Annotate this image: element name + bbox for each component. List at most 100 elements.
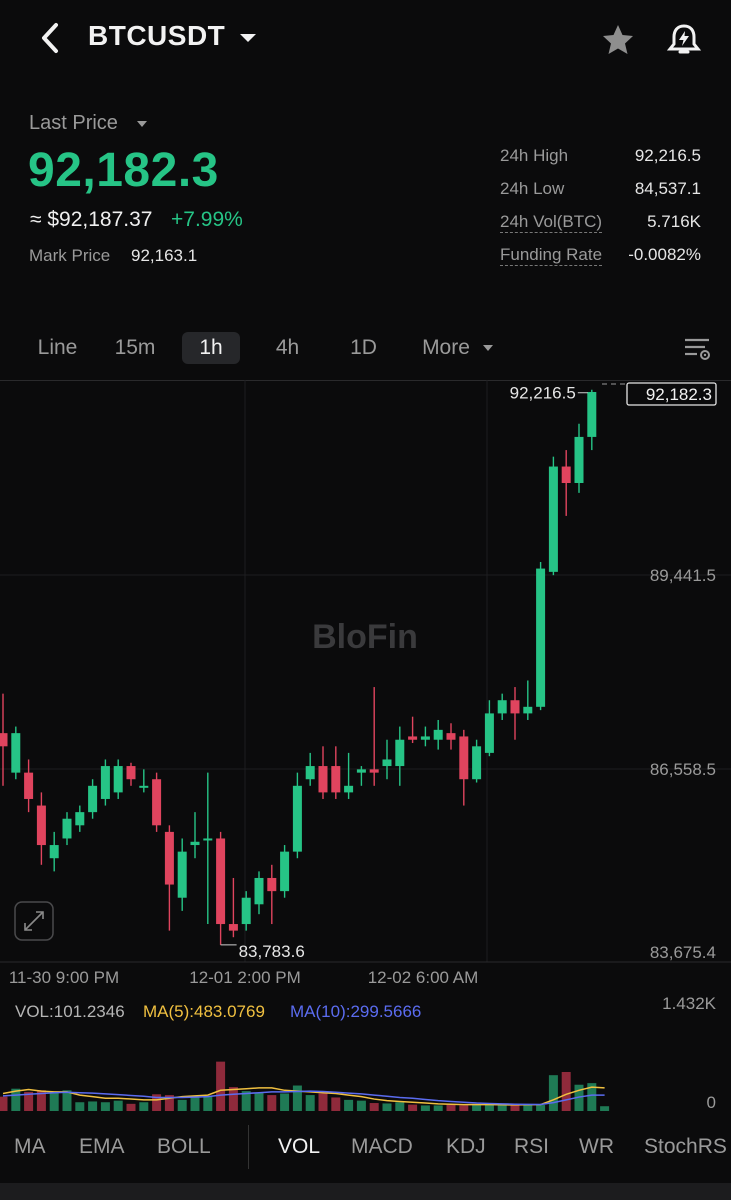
expand-icon [24, 911, 44, 931]
candle-body [472, 746, 482, 780]
volume-bar [88, 1101, 98, 1111]
candle-body [62, 818, 72, 839]
candle-body [164, 831, 174, 885]
indicator-macd[interactable]: MACD [351, 1135, 413, 1159]
volume-bar [356, 1100, 366, 1111]
volume-bar [382, 1103, 392, 1111]
price-axis-label: 83,675.4 [650, 943, 716, 962]
candle-body [344, 785, 354, 793]
candle-body [484, 713, 494, 753]
tab-4h[interactable]: 4h [260, 332, 315, 364]
candle-body [190, 841, 200, 846]
volume-bar [0, 1096, 8, 1111]
volume-bar [331, 1097, 341, 1111]
mark-price-label: Mark Price [29, 246, 111, 265]
candle-body [369, 769, 379, 773]
candle-body [408, 736, 418, 740]
volume-bar [177, 1099, 187, 1111]
candle [561, 450, 571, 516]
stat-funding-rate-value: -0.0082% [628, 245, 701, 264]
watermark-logo: BloFin [312, 618, 418, 656]
indicator-ema[interactable]: EMA [79, 1135, 125, 1159]
candle [472, 739, 482, 783]
tab-1h[interactable]: 1h [182, 332, 240, 364]
time-axis-label: 12-01 2:00 PM [189, 968, 301, 987]
bottom-bar [0, 1183, 731, 1200]
candle-body [356, 769, 366, 773]
volume-bar [126, 1103, 136, 1111]
tab-line[interactable]: Line [30, 332, 85, 364]
stat-24h-vol-value: 5.716K [647, 212, 701, 231]
caret-down-icon[interactable] [137, 121, 147, 127]
price-axis-label: 89,441.5 [650, 566, 716, 585]
more-caret-icon[interactable] [483, 345, 493, 351]
indicator-boll[interactable]: BOLL [157, 1135, 211, 1159]
candle-body [420, 736, 430, 740]
candles-group [0, 389, 597, 945]
candle [228, 877, 238, 938]
candle-body [433, 729, 443, 740]
candle [241, 891, 251, 931]
candle [11, 726, 21, 780]
stat-funding-rate-label[interactable]: Funding Rate [500, 245, 603, 266]
expand-button[interactable] [14, 901, 54, 941]
indicator-ma[interactable]: MA [14, 1135, 46, 1159]
candle [126, 762, 136, 786]
indicator-vol[interactable]: VOL [278, 1135, 320, 1159]
volume-bar [446, 1104, 456, 1111]
candle-body [88, 785, 98, 813]
indicator-kdj[interactable]: KDJ [446, 1135, 486, 1159]
candle [587, 389, 597, 451]
candle [88, 779, 98, 819]
volume-bar [267, 1095, 277, 1111]
back-arrow-icon[interactable] [36, 20, 66, 56]
price-chart[interactable]: BloFin 89,441.5 86,558.5 83,675.4 11-30 9:… [0, 380, 731, 1120]
candle [344, 752, 354, 799]
time-axis-label: 11-30 9:00 PM [9, 968, 119, 987]
indicator-rsi[interactable]: RSI [514, 1135, 549, 1159]
star-icon[interactable] [600, 22, 636, 58]
volume-bar [497, 1105, 507, 1111]
tab-15m[interactable]: 15m [106, 332, 164, 364]
candle-body [177, 851, 187, 898]
stat-24h-low-value: 84,537.1 [634, 179, 701, 198]
tab-1d[interactable]: 1D [336, 332, 391, 364]
low-marker-label: 83,783.6 [239, 942, 305, 961]
candle [177, 838, 187, 911]
candle-body [36, 805, 46, 846]
volume-bar [369, 1103, 379, 1111]
candle-body [0, 733, 8, 747]
candle [139, 769, 149, 793]
candle [113, 759, 123, 799]
candle-body [75, 812, 85, 826]
candle [75, 805, 85, 832]
candle-body [459, 736, 469, 780]
volume-bar [459, 1105, 469, 1111]
indicator-wr[interactable]: WR [579, 1135, 614, 1159]
volume-bar [228, 1087, 238, 1111]
volume-bar [49, 1092, 59, 1111]
candle-body [139, 785, 149, 788]
candle-body [587, 392, 597, 437]
bell-icon[interactable] [666, 22, 702, 58]
candle-body [292, 785, 302, 852]
candle [331, 746, 341, 799]
symbol-title[interactable]: BTCUSDT [88, 20, 225, 52]
chevron-down-icon[interactable] [240, 34, 256, 42]
indicator-stochrsi[interactable]: StochRS [644, 1135, 731, 1159]
tab-more[interactable]: More [414, 332, 478, 364]
last-price-label[interactable]: Last Price [29, 112, 118, 135]
chart-settings-icon[interactable] [683, 336, 713, 362]
candle-body [203, 838, 213, 841]
candle [254, 871, 264, 915]
volume-bar [536, 1105, 546, 1111]
candle [36, 792, 46, 865]
volume-bar [600, 1106, 610, 1111]
volume-bar [139, 1102, 149, 1111]
candle-body [126, 766, 136, 780]
candle-body [497, 700, 507, 714]
candle [574, 423, 584, 493]
stat-24h-vol-label[interactable]: 24h Vol(BTC) [500, 212, 603, 233]
candle-body [280, 851, 290, 892]
candle [497, 693, 507, 720]
